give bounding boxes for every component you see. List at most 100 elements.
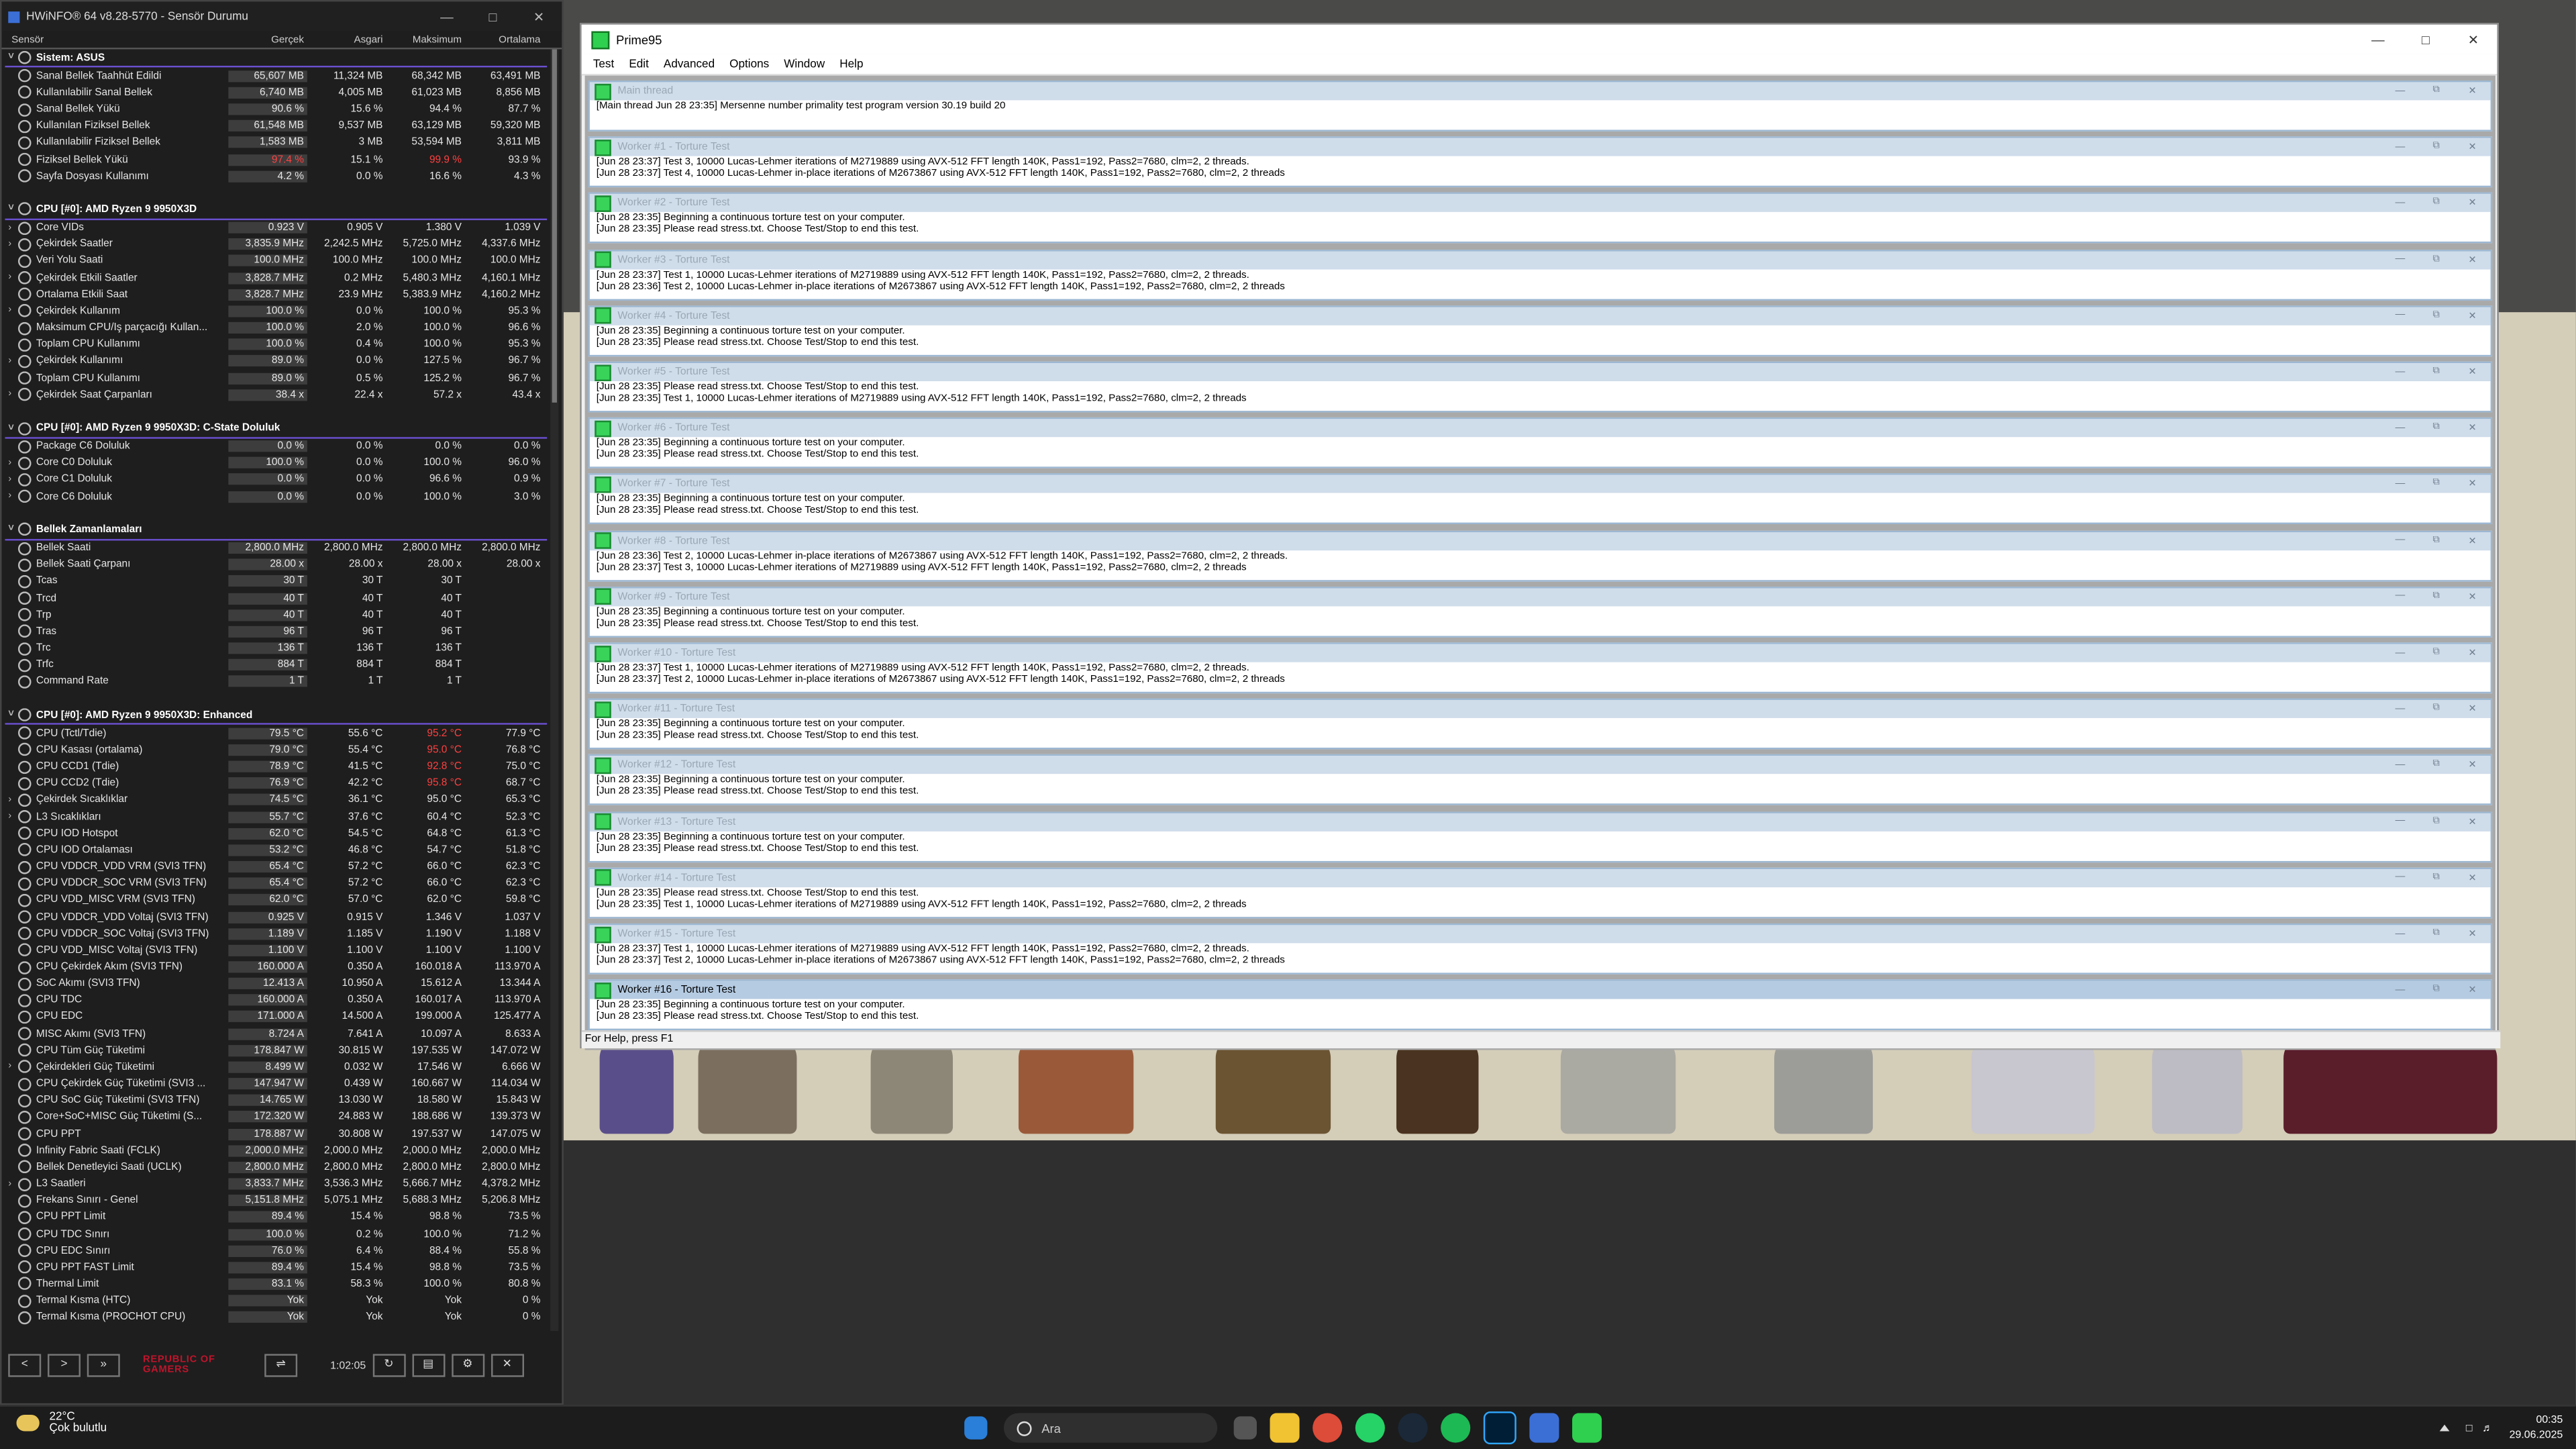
scrollbar-thumb[interactable] xyxy=(552,49,557,403)
sensor-row[interactable]: › Çekirdek Kullanımı 89.0 % 0.0 % 127.5 % 96.… xyxy=(5,353,547,370)
close-icon[interactable]: ✕ xyxy=(2455,816,2491,828)
expand-icon[interactable]: › xyxy=(8,1179,18,1189)
sensor-row[interactable]: › L3 Sıcaklıkları 55.7 °C 37.6 °C 60.4 °C 52.… xyxy=(5,809,547,826)
minimize-icon[interactable]: — xyxy=(2382,592,2418,602)
close-icon[interactable]: ✕ xyxy=(2455,760,2491,772)
child-titlebar[interactable]: Worker #15 - Torture Test — ⧉ ✕ xyxy=(589,925,2491,944)
log-text[interactable]: [Jun 28 23:35] Please read stress.txt. C… xyxy=(590,887,2491,915)
sensor-row[interactable]: Trc 136 T 136 T 136 T xyxy=(5,640,547,657)
minimize-icon[interactable]: — xyxy=(2382,480,2418,490)
sensor-group[interactable]: ˅ Bellek Zamanlamaları xyxy=(5,521,548,540)
sensor-row[interactable]: CPU SoC Güç Tüketimi (SVI3 TFN) 14.765 W 1… xyxy=(5,1092,547,1109)
close-sensors-icon[interactable]: ✕ xyxy=(491,1354,524,1377)
minimize-icon[interactable]: — xyxy=(2382,930,2418,940)
log-text[interactable]: [Jun 28 23:35] Beginning a continuous to… xyxy=(590,213,2491,241)
log-text[interactable]: [Jun 28 23:35] Beginning a continuous to… xyxy=(590,493,2491,521)
hwinfo-titlebar[interactable]: HWiNFO® 64 v8.28-5770 - Sensör Durumu — … xyxy=(1,1,562,32)
collapse-icon[interactable]: ˅ xyxy=(8,525,18,535)
close-icon[interactable]: ✕ xyxy=(2455,198,2491,209)
minimize-icon[interactable]: — xyxy=(2382,311,2418,321)
child-titlebar[interactable]: Worker #6 - Torture Test — ⧉ ✕ xyxy=(589,419,2491,438)
tray-overflow-icon[interactable] xyxy=(2439,1424,2450,1432)
sensor-row[interactable]: CPU PPT FAST Limit 89.4 % 15.4 % 98.8 % 73.5… xyxy=(5,1259,547,1276)
sensor-row[interactable]: CPU VDD_MISC Voltaj (SVI3 TFN) 1.100 V 1.1… xyxy=(5,942,547,959)
minimize-icon[interactable]: — xyxy=(2382,760,2418,770)
clock[interactable]: 00:35 29.06.2025 xyxy=(2510,1413,2563,1443)
sensor-scrollbar[interactable] xyxy=(550,49,559,1332)
sensor-row[interactable]: › Core VIDs 0.923 V 0.905 V 1.380 V 1.039 V xyxy=(5,219,547,236)
child-titlebar[interactable]: Worker #4 - Torture Test — ⧉ ✕ xyxy=(589,307,2491,326)
worker-window[interactable]: Worker #11 - Torture Test — ⧉ ✕ [Jun 28 23:3… xyxy=(588,698,2493,750)
child-titlebar[interactable]: Worker #9 - Torture Test — ⧉ ✕ xyxy=(589,587,2491,606)
sensor-row[interactable]: Trcd 40 T 40 T 40 T xyxy=(5,590,547,607)
minimize-icon[interactable]: — xyxy=(424,9,470,23)
restore-icon[interactable]: ⧉ xyxy=(2418,85,2455,97)
worker-window[interactable]: Worker #14 - Torture Test — ⧉ ✕ [Jun 28 23:3… xyxy=(588,867,2493,919)
volume-icon[interactable]: ♬ xyxy=(2482,1422,2493,1434)
sensor-row[interactable]: CPU PPT Limit 89.4 % 15.4 % 98.8 % 73.5 % xyxy=(5,1209,547,1226)
worker-window[interactable]: Worker #15 - Torture Test — ⧉ ✕ [Jun 28 23:3… xyxy=(588,923,2493,975)
sensor-row[interactable]: › Çekirdek Saatler 3,835.9 MHz 2,242.5 MHz 5… xyxy=(5,236,547,253)
minimize-icon[interactable]: — xyxy=(2354,32,2402,47)
chrome-icon[interactable] xyxy=(1312,1413,1343,1443)
worker-window[interactable]: Worker #2 - Torture Test — ⧉ ✕ [Jun 28 23:35… xyxy=(588,193,2493,244)
sensor-row[interactable]: Frekans Sınırı - Genel 5,151.8 MHz 5,075.1… xyxy=(5,1193,547,1209)
sensor-row[interactable]: Fiziksel Bellek Yükü 97.4 % 15.1 % 99.9 % 93… xyxy=(5,151,547,168)
sensor-row[interactable]: CPU VDDCR_SOC Voltaj (SVI3 TFN) 1.189 V 1.… xyxy=(5,926,547,942)
sensor-row[interactable]: Trfc 884 T 884 T 884 T xyxy=(5,656,547,673)
log-text[interactable]: [Jun 28 23:35] Beginning a continuous to… xyxy=(590,831,2491,859)
sensor-row[interactable]: › Çekirdek Sıcaklıklar 74.5 °C 36.1 °C 95.0 … xyxy=(5,792,547,809)
menu-help[interactable]: Help xyxy=(839,58,863,70)
sensor-row[interactable]: CPU VDDCR_SOC VRM (SVI3 TFN) 65.4 °C 57.2 … xyxy=(5,875,547,892)
minimize-icon[interactable]: — xyxy=(2382,536,2418,546)
minimize-icon[interactable]: — xyxy=(2382,705,2418,715)
task-view-icon[interactable] xyxy=(1233,1416,1257,1440)
sensor-row[interactable]: CPU TDC 160.000 A 0.350 A 160.017 A 113.970 … xyxy=(5,992,547,1009)
sensor-row[interactable]: › Core C1 Doluluk 0.0 % 0.0 % 96.6 % 0.9 % xyxy=(5,471,547,488)
minimize-icon[interactable]: — xyxy=(2382,873,2418,883)
reset-icon[interactable]: ↻ xyxy=(372,1354,405,1377)
sensor-row[interactable]: › Çekirdekleri Güç Tüketimi 8.499 W 0.032 W… xyxy=(5,1059,547,1076)
child-titlebar[interactable]: Worker #11 - Torture Test — ⧉ ✕ xyxy=(589,700,2491,719)
child-titlebar[interactable]: Worker #1 - Torture Test — ⧉ ✕ xyxy=(589,138,2491,157)
sensor-row[interactable]: › Çekirdek Saat Çarpanları 38.4 x 22.4 x 57.… xyxy=(5,387,547,403)
menu-test[interactable]: Test xyxy=(593,58,614,70)
minimize-icon[interactable]: — xyxy=(2382,648,2418,658)
sensor-row[interactable]: Sanal Bellek Yükü 90.6 % 15.6 % 94.4 % 87.7 … xyxy=(5,101,547,117)
log-text[interactable]: [Jun 28 23:35] Beginning a continuous to… xyxy=(590,325,2491,353)
expand-icon[interactable]: » xyxy=(87,1354,120,1377)
sensor-row[interactable]: Core+SoC+MISC Güç Tüketimi (S... 172.320 … xyxy=(5,1109,547,1126)
network-status-icon[interactable]: □ xyxy=(2466,1422,2473,1434)
sensor-row[interactable]: Termal Kısma (HTC) Yok Yok Yok 0 % xyxy=(5,1293,547,1309)
sensor-row[interactable]: Kullanılan Fiziksel Bellek 61,548 MB 9,537… xyxy=(5,117,547,134)
restore-icon[interactable]: ⧉ xyxy=(2418,479,2455,490)
minimize-icon[interactable]: — xyxy=(2382,87,2418,97)
sensor-row[interactable]: Kullanılabilir Fiziksel Bellek 1,583 MB 3 … xyxy=(5,134,547,151)
expand-icon[interactable]: › xyxy=(8,475,18,485)
restore-icon[interactable]: ⧉ xyxy=(2418,310,2455,321)
sensor-row[interactable]: Toplam CPU Kullanımı 100.0 % 0.4 % 100.0 % 9… xyxy=(5,336,547,353)
worker-window[interactable]: Worker #12 - Torture Test — ⧉ ✕ [Jun 28 23:3… xyxy=(588,754,2493,806)
sensor-row[interactable]: Kullanılabilir Sanal Bellek 6,740 MB 4,005… xyxy=(5,85,547,101)
column-header[interactable]: Sensör xyxy=(1,34,228,45)
sensor-row[interactable]: Bellek Saati 2,800.0 MHz 2,800.0 MHz 2,800.… xyxy=(5,540,547,556)
restore-icon[interactable]: ⧉ xyxy=(2418,142,2455,153)
sensor-list[interactable]: ˅ Sistem: ASUS Sanal Bellek Taahhüt Edildi… xyxy=(5,49,548,1331)
restore-icon[interactable]: ⧉ xyxy=(2418,591,2455,603)
child-titlebar[interactable]: Main thread — ⧉ ✕ xyxy=(589,82,2491,101)
sensor-row[interactable]: › L3 Saatleri 3,833.7 MHz 3,536.3 MHz 5,666.… xyxy=(5,1176,547,1193)
close-icon[interactable]: ✕ xyxy=(2455,703,2491,715)
sensor-row[interactable]: Bellek Saati Çarpanı 28.00 x 28.00 x 28.00 … xyxy=(5,556,547,573)
sensor-row[interactable]: CPU IOD Hotspot 62.0 °C 54.5 °C 64.8 °C 61.3… xyxy=(5,826,547,842)
log-text[interactable]: [Jun 28 23:37] Test 3, 10000 Lucas-Lehme… xyxy=(590,156,2491,185)
log-text[interactable]: [Jun 28 23:35] Please read stress.txt. C… xyxy=(590,381,2491,409)
photoshop-icon[interactable] xyxy=(1483,1411,1516,1445)
close-icon[interactable]: ✕ xyxy=(2449,32,2497,47)
minimize-icon[interactable]: — xyxy=(2382,199,2418,209)
column-header[interactable]: Gerçek xyxy=(228,34,307,45)
restore-icon[interactable]: ⧉ xyxy=(2418,816,2455,828)
expand-icon[interactable]: › xyxy=(8,491,18,501)
log-text[interactable]: [Jun 28 23:35] Beginning a continuous to… xyxy=(590,606,2491,634)
sensor-row[interactable]: CPU CCD1 (Tdie) 78.9 °C 41.5 °C 92.8 °C 75.0… xyxy=(5,758,547,775)
prime95-titlebar[interactable]: Prime95 — □ ✕ xyxy=(581,24,2497,54)
